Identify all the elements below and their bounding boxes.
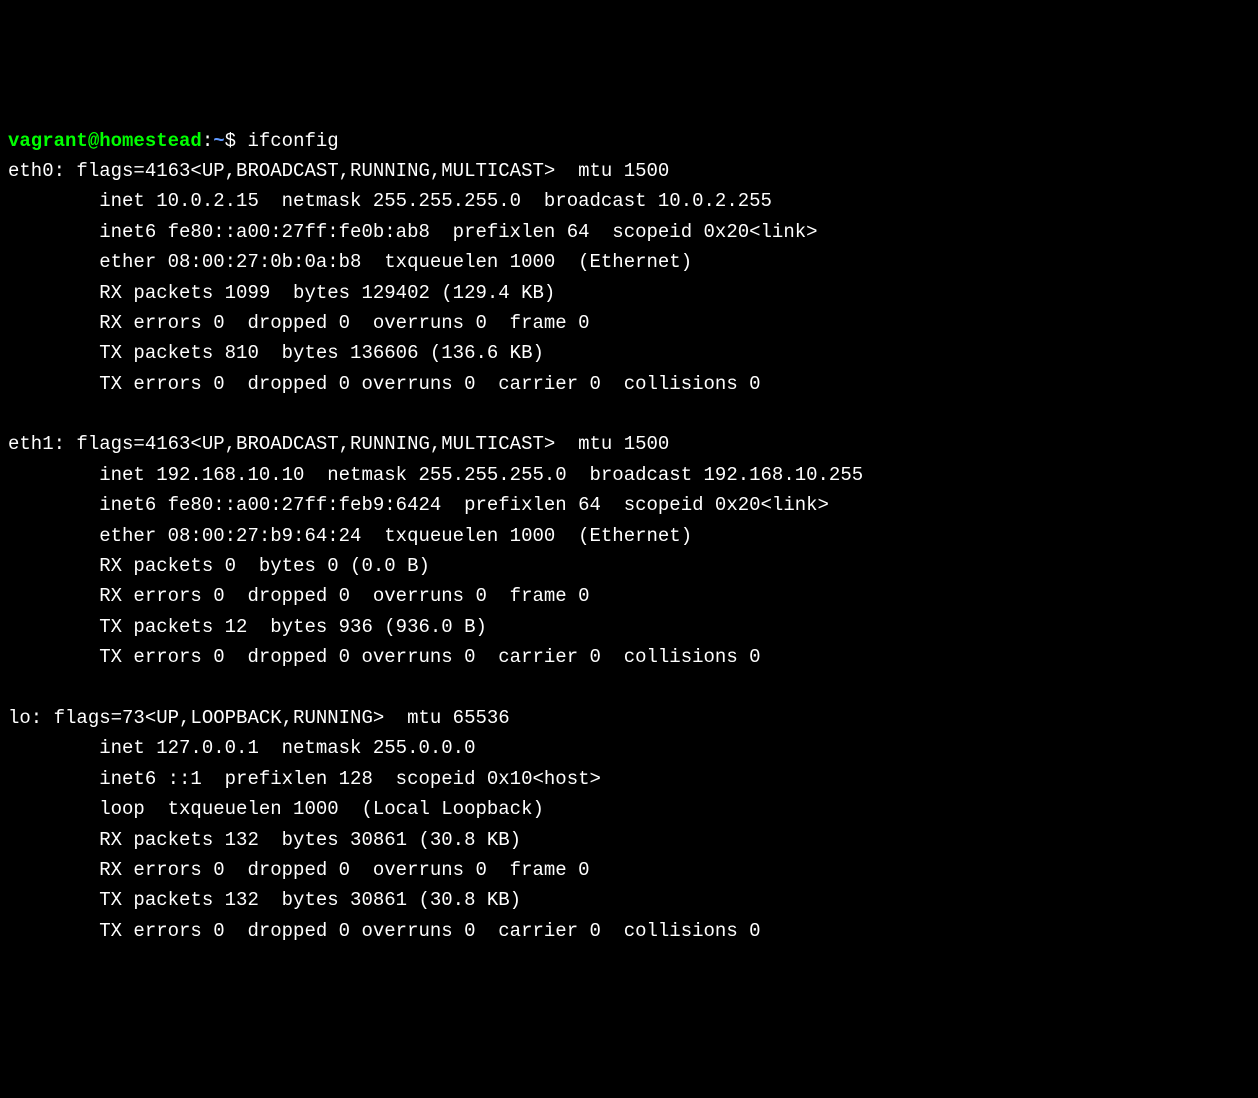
prompt-path: ~ [213, 130, 224, 152]
terminal-prompt[interactable]: vagrant@homestead:~$ ifconfig [8, 130, 339, 152]
prompt-user-host: vagrant@homestead [8, 130, 202, 152]
prompt-dollar: $ [225, 130, 248, 152]
terminal-output: eth0: flags=4163<UP,BROADCAST,RUNNING,MU… [8, 156, 1250, 946]
command-input[interactable]: ifconfig [247, 130, 338, 152]
prompt-colon: : [202, 130, 213, 152]
